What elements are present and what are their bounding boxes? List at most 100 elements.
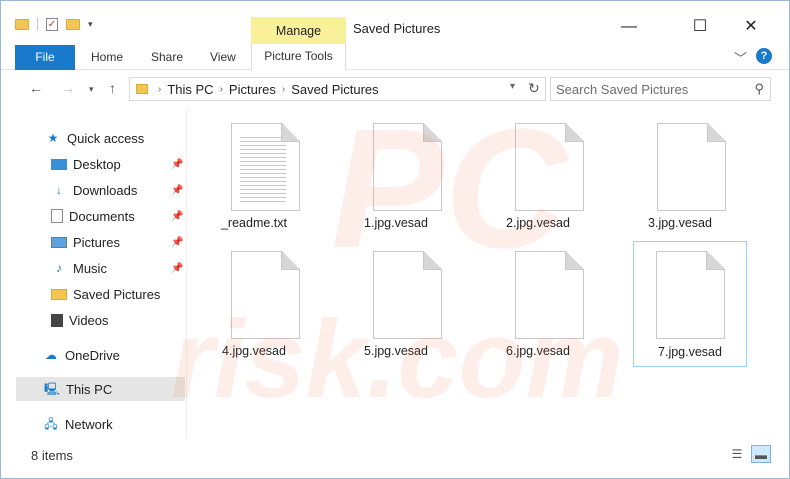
sidebar-item-label: Music <box>73 260 107 276</box>
breadcrumb-separator-icon[interactable]: › <box>220 82 223 97</box>
blank-file-icon <box>657 123 726 211</box>
folder-icon <box>51 288 67 300</box>
new-folder-icon[interactable] <box>66 18 80 30</box>
title-bar: ✓ ▾ Manage Saved Pictures — ☐ ✕ <box>1 1 789 45</box>
download-arrow-icon: ↓ <box>56 183 62 197</box>
pin-icon[interactable]: 📌 <box>171 237 183 248</box>
pin-icon[interactable]: 📌 <box>171 185 183 196</box>
pin-icon[interactable]: 📌 <box>171 159 183 170</box>
blank-file-icon <box>515 251 584 339</box>
manage-context-tab[interactable]: Manage <box>251 17 346 45</box>
file-item[interactable]: 1.jpg.vesad <box>339 111 453 237</box>
sidebar-item-quick-access[interactable]: ★ Quick access <box>45 126 145 150</box>
address-dropdown-icon[interactable]: ▾ <box>510 81 515 92</box>
sidebar-item-network[interactable]: 🖧 Network <box>43 412 113 436</box>
breadcrumb: › This PC › Pictures › Saved Pictures <box>158 82 379 97</box>
sidebar-item-label: Desktop <box>73 156 121 172</box>
navigation-pane: ★ Quick access Desktop 📌 ↓ Downloads 📌 D… <box>1 118 186 438</box>
navigation-bar: ← → ▾ ↑ › This PC › Pictures › Saved Pic… <box>1 71 789 107</box>
refresh-icon[interactable]: ↻ <box>528 80 540 97</box>
explorer-window: ✓ ▾ Manage Saved Pictures — ☐ ✕ File Hom… <box>0 0 790 479</box>
sidebar-item-label: This PC <box>66 381 113 397</box>
tab-file[interactable]: File <box>15 45 75 70</box>
pin-icon[interactable]: 📌 <box>171 211 183 222</box>
music-note-icon: ♪ <box>56 261 62 275</box>
sidebar-item-saved-pictures[interactable]: Saved Pictures <box>51 282 160 306</box>
file-name: 2.jpg.vesad <box>506 216 570 230</box>
pictures-icon <box>51 236 67 248</box>
properties-check-icon[interactable]: ✓ <box>46 17 58 31</box>
tab-view[interactable]: View <box>210 45 236 70</box>
folder-icon[interactable] <box>15 18 29 30</box>
help-icon[interactable]: ? <box>756 48 772 64</box>
blank-file-icon <box>231 251 300 339</box>
file-item[interactable]: _readme.txt <box>197 111 311 237</box>
blank-file-icon <box>373 123 442 211</box>
sidebar-item-label: Network <box>65 416 113 432</box>
minimize-button[interactable]: — <box>606 13 652 41</box>
pin-icon[interactable]: 📌 <box>171 263 183 274</box>
back-arrow-icon[interactable]: ← <box>29 80 43 96</box>
file-item[interactable]: 7.jpg.vesad <box>633 241 747 367</box>
expand-ribbon-chevron-icon[interactable]: ﹀ <box>734 48 747 67</box>
sidebar-item-onedrive[interactable]: ☁ OneDrive <box>43 343 120 367</box>
sidebar-item-desktop[interactable]: Desktop 📌 <box>51 152 186 176</box>
item-count: 8 items <box>31 448 73 463</box>
search-box[interactable]: ⚲ <box>550 77 771 101</box>
file-item[interactable]: 2.jpg.vesad <box>481 111 595 237</box>
breadcrumb-pictures[interactable]: Pictures <box>229 82 276 97</box>
up-arrow-icon[interactable]: ↑ <box>109 80 116 96</box>
sidebar-item-downloads[interactable]: ↓ Downloads 📌 <box>51 178 186 202</box>
window-title: Saved Pictures <box>353 21 441 36</box>
blank-file-icon <box>373 251 442 339</box>
customize-dropdown-icon[interactable]: ▾ <box>88 19 93 30</box>
file-item[interactable]: 6.jpg.vesad <box>481 239 595 365</box>
quick-access-toolbar: ✓ ▾ <box>15 17 93 31</box>
tab-picture-tools[interactable]: Picture Tools <box>251 44 346 70</box>
documents-icon <box>51 209 63 223</box>
sidebar-item-label: Pictures <box>73 234 120 250</box>
video-icon <box>51 313 63 327</box>
breadcrumb-separator-icon[interactable]: › <box>282 82 285 97</box>
desktop-icon <box>51 158 67 170</box>
details-view-icon[interactable]: ☰ <box>727 445 747 463</box>
sidebar-item-label: Documents <box>69 208 135 224</box>
toolbar-separator <box>37 17 38 31</box>
file-name: _readme.txt <box>220 216 287 230</box>
text-file-icon <box>231 123 300 211</box>
sidebar-item-this-pc[interactable]: 🖳 This PC <box>16 377 185 401</box>
search-icon[interactable]: ⚲ <box>754 81 764 97</box>
file-name: 5.jpg.vesad <box>364 344 428 358</box>
maximize-button[interactable]: ☐ <box>677 13 723 41</box>
search-input[interactable] <box>556 81 746 97</box>
sidebar-item-music[interactable]: ♪ Music 📌 <box>51 256 186 280</box>
tab-share[interactable]: Share <box>151 45 183 70</box>
blank-file-icon <box>515 123 584 211</box>
file-name: 1.jpg.vesad <box>364 216 428 230</box>
file-item[interactable]: 5.jpg.vesad <box>339 239 453 365</box>
sidebar-item-label: Videos <box>69 312 109 328</box>
file-name: 6.jpg.vesad <box>506 344 570 358</box>
sidebar-item-label: Quick access <box>67 130 145 146</box>
breadcrumb-separator-icon: › <box>158 84 162 95</box>
recent-locations-chevron-icon[interactable]: ▾ <box>89 84 94 95</box>
file-item[interactable]: 3.jpg.vesad <box>623 111 737 237</box>
file-item[interactable]: 4.jpg.vesad <box>197 239 311 365</box>
sidebar-item-videos[interactable]: Videos <box>51 308 109 332</box>
ribbon-tabs: File Home Share View Picture Tools ﹀ ? <box>1 44 789 70</box>
network-icon: 🖧 <box>44 417 58 431</box>
sidebar-item-documents[interactable]: Documents 📌 <box>51 204 186 228</box>
breadcrumb-saved-pictures[interactable]: Saved Pictures <box>291 82 378 97</box>
file-name: 3.jpg.vesad <box>648 216 712 230</box>
sidebar-item-label: Downloads <box>73 182 138 198</box>
breadcrumb-this-pc[interactable]: This PC <box>167 82 213 97</box>
close-button[interactable]: ✕ <box>728 13 774 41</box>
large-icons-view-icon[interactable]: ▬ <box>751 445 771 463</box>
sidebar-item-label: OneDrive <box>65 347 120 363</box>
tab-home[interactable]: Home <box>91 45 123 70</box>
star-icon: ★ <box>47 131 59 145</box>
sidebar-item-pictures[interactable]: Pictures 📌 <box>51 230 186 254</box>
file-name: 7.jpg.vesad <box>658 345 722 359</box>
forward-arrow-icon[interactable]: → <box>61 80 75 96</box>
address-bar[interactable]: › This PC › Pictures › Saved Pictures ▾ … <box>129 77 546 101</box>
